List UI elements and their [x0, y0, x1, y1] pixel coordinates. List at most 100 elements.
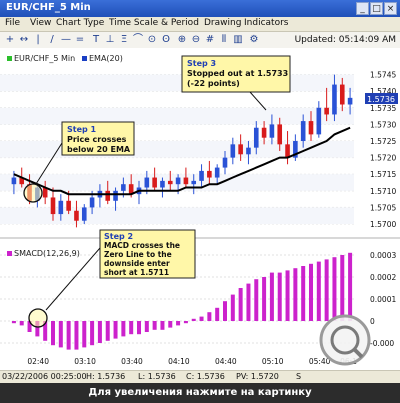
- candle-body: [121, 184, 126, 191]
- menu-drawing[interactable]: Drawing: [204, 18, 241, 28]
- candle-body: [175, 177, 181, 185]
- step3-line1: Stopped out at 1.5733: [187, 69, 288, 78]
- macd-bar: [277, 272, 282, 321]
- macd-bar: [97, 321, 102, 343]
- candle-body: [199, 170, 204, 181]
- legend-macd: SMACD(12,26,9): [14, 249, 80, 258]
- crosshair-icon[interactable]: ↔: [18, 34, 30, 46]
- candle-body: [113, 190, 118, 201]
- close-icon[interactable]: ×: [384, 2, 397, 15]
- maximize-icon[interactable]: □: [370, 2, 383, 15]
- fib-icon[interactable]: Ξ: [118, 34, 130, 46]
- title-bar: EUR/CHF_5 Min _ □ ×: [0, 0, 400, 17]
- time-tick-label: 03:10: [74, 357, 96, 366]
- macd-bar: [58, 321, 63, 348]
- candle-body: [269, 124, 275, 138]
- candle-body: [160, 180, 165, 188]
- macd-bar: [66, 321, 71, 350]
- menu-time-scale[interactable]: Time Scale & Period: [109, 18, 199, 28]
- macd-bar: [152, 321, 157, 330]
- macd-bar: [348, 252, 353, 321]
- candle-body: [11, 177, 17, 185]
- vline-icon[interactable]: |: [32, 34, 44, 46]
- macd-bar: [215, 307, 220, 321]
- last-price-label: 1.5736: [367, 95, 395, 104]
- candle-body: [285, 144, 290, 158]
- candle-body: [191, 180, 197, 185]
- price-tick-label: 1.5720: [370, 154, 396, 163]
- toolbar: + ↔ | / — = T ⊥ Ξ ⌒ ⊙ ʘ ⊕ ⊖ # ⫴ ▥ ⚙ Upda…: [0, 32, 400, 49]
- bars-icon[interactable]: ⫴: [218, 34, 230, 46]
- macd-bar: [293, 268, 298, 321]
- step1-line1: Price crosses: [67, 135, 127, 144]
- macd-bar: [74, 321, 79, 350]
- magnet-icon[interactable]: ʘ: [160, 34, 172, 46]
- zoom-out-icon[interactable]: ⊖: [190, 34, 202, 46]
- legend-price: EUR/CHF_5 Min: [14, 54, 75, 63]
- arc-icon[interactable]: ⌒: [132, 34, 144, 46]
- price-tick-label: 1.5725: [370, 137, 396, 146]
- candle-body: [332, 84, 337, 115]
- legend-ema-swatch: [82, 56, 87, 61]
- macd-tick-label: -0.000: [370, 339, 394, 348]
- step1-line2: below 20 EMA: [67, 145, 131, 154]
- minimize-icon[interactable]: _: [356, 2, 369, 15]
- candle-body: [152, 177, 157, 188]
- chart-area[interactable]: 1.57451.57401.57351.57301.57251.57201.57…: [0, 48, 400, 370]
- time-tick-label: 03:40: [121, 357, 143, 366]
- macd-bar: [269, 272, 274, 321]
- macd-tick-label: 0.0001: [370, 295, 396, 304]
- hline2-icon[interactable]: =: [74, 34, 86, 46]
- text-icon[interactable]: T: [90, 34, 102, 46]
- macd-bar: [113, 321, 118, 339]
- step2-line4: short at 1.5711: [104, 268, 169, 277]
- price-tick-label: 1.5700: [370, 220, 396, 229]
- cursor-icon[interactable]: +: [4, 34, 16, 46]
- macd-bar: [207, 312, 212, 321]
- price-tick-label: 1.5705: [370, 203, 396, 212]
- price-tick-label: 1.5735: [370, 104, 396, 113]
- candle-body: [222, 157, 228, 168]
- menu-indicators[interactable]: Indicators: [244, 18, 288, 28]
- macd-bar: [19, 321, 24, 326]
- cycle-icon[interactable]: ⊙: [146, 34, 158, 46]
- candle-body: [230, 144, 236, 158]
- candle-body: [238, 144, 243, 155]
- settings-icon[interactable]: ⚙: [248, 34, 260, 46]
- macd-bar: [230, 294, 235, 321]
- time-tick-label: 04:40: [215, 357, 237, 366]
- step3-line2: (-22 points): [187, 79, 240, 88]
- chart-icon[interactable]: ▥: [232, 34, 244, 46]
- candle-body: [207, 170, 212, 178]
- candle-body: [58, 200, 64, 215]
- zoom-in-icon[interactable]: ⊕: [176, 34, 188, 46]
- macd-bar: [246, 283, 251, 321]
- macd-bar: [238, 288, 243, 321]
- candle-body: [105, 190, 111, 201]
- caption-bar[interactable]: Для увеличения нажмите на картинку: [0, 383, 400, 403]
- candle-body: [89, 197, 95, 208]
- status-s: S: [296, 372, 302, 381]
- step3-title: Step 3: [187, 59, 216, 68]
- candle-body: [324, 107, 329, 115]
- macd-bar: [121, 321, 126, 337]
- zoom-icon[interactable]: [319, 314, 371, 366]
- step2-line1: MACD crosses the: [104, 241, 180, 250]
- macd-bar: [285, 270, 290, 321]
- grid-icon[interactable]: #: [204, 34, 216, 46]
- candle-body: [183, 177, 189, 185]
- channel-icon[interactable]: ⊥: [104, 34, 116, 46]
- macd-bar: [332, 257, 337, 321]
- line-icon[interactable]: /: [46, 34, 58, 46]
- price-tick-label: 1.5710: [370, 187, 396, 196]
- macd-bar: [144, 321, 149, 332]
- menu-view[interactable]: View: [30, 18, 51, 28]
- macd-bar: [223, 301, 227, 321]
- menu-file[interactable]: File: [5, 18, 20, 28]
- hline-icon[interactable]: —: [60, 34, 72, 46]
- menu-chart-type[interactable]: Chart Type: [56, 18, 104, 28]
- macd-bar: [137, 321, 141, 335]
- candle-body: [308, 121, 314, 135]
- legend-price-swatch: [7, 56, 12, 61]
- price-tick-label: 1.5745: [370, 71, 396, 80]
